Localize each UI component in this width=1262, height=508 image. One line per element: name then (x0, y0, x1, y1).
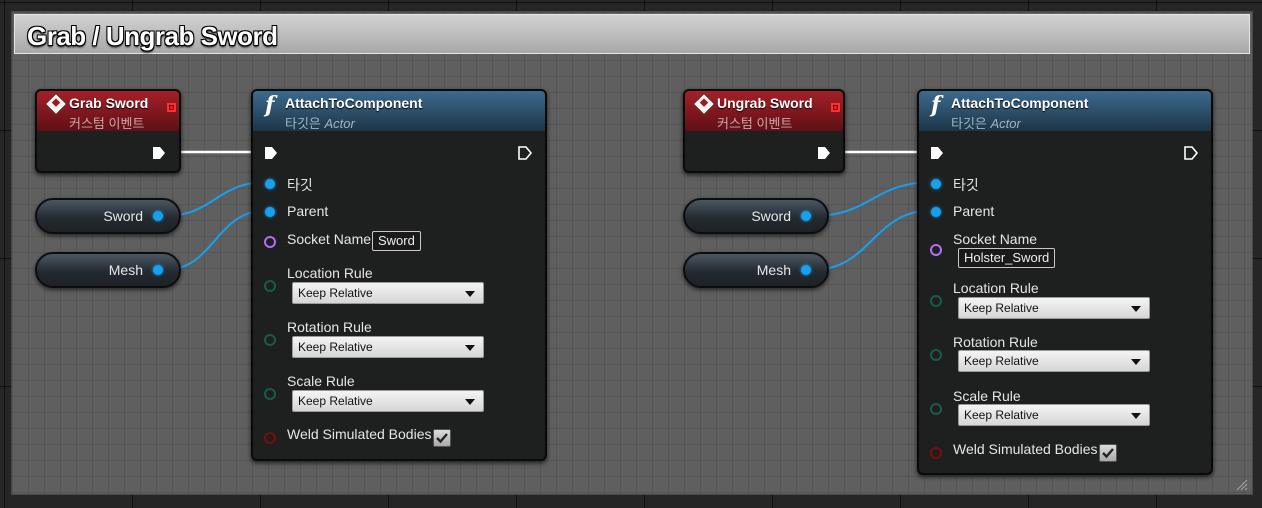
subtitle-prefix: 타깃은 (951, 116, 987, 131)
weld-simulated-bodies-input-pin[interactable] (264, 432, 276, 444)
ungrab-sword-event-node[interactable]: Ungrab Sword 커스텀 이벤트 (683, 89, 845, 173)
event-node-subtitle: 커스텀 이벤트 (69, 116, 145, 131)
parent-input-pin[interactable] (931, 207, 941, 217)
target-label: 타깃 (953, 177, 979, 193)
event-node-title: Ungrab Sword (717, 95, 813, 111)
scale-rule-dropdown[interactable]: Keep Relative (958, 404, 1150, 426)
rotation-rule-label: Rotation Rule (287, 319, 372, 335)
rotation-rule-dropdown[interactable]: Keep Relative (958, 350, 1150, 372)
weld-simulated-bodies-checkbox[interactable] (433, 429, 451, 447)
custom-event-icon (692, 92, 716, 116)
parent-label: Parent (287, 203, 329, 219)
socket-name-input-pin[interactable] (930, 244, 942, 256)
function-node-title: AttachToComponent (285, 95, 423, 111)
event-node-header[interactable]: Grab Sword 커스텀 이벤트 (37, 91, 179, 131)
weld-simulated-bodies-label: Weld Simulated Bodies (953, 441, 1098, 457)
comment-title[interactable]: Grab / Ungrab Sword (27, 21, 278, 52)
checkmark-icon (1102, 448, 1114, 459)
location-rule-label: Location Rule (953, 280, 1039, 296)
subtitle-class: Actor (990, 116, 1021, 131)
event-node-subtitle: 커스텀 이벤트 (717, 116, 793, 131)
dropdown-value: Keep Relative (964, 301, 1039, 315)
variable-label: Sword (751, 208, 791, 224)
mesh-variable-node[interactable]: Mesh (35, 252, 181, 288)
target-input-pin[interactable] (265, 179, 275, 189)
exec-out-pin[interactable] (151, 145, 167, 161)
rotation-rule-input-pin[interactable] (930, 349, 942, 361)
scale-rule-label: Scale Rule (953, 388, 1021, 404)
function-node-subtitle: 타깃은 Actor (285, 113, 355, 132)
mesh-variable-node[interactable]: Mesh (683, 252, 829, 288)
subtitle-class: Actor (324, 116, 355, 131)
object-output-pin[interactable] (153, 265, 163, 275)
exec-out-pin[interactable] (517, 145, 533, 161)
dropdown-value: Keep Relative (964, 408, 1039, 422)
dropdown-arrow-icon (1131, 359, 1141, 365)
delegate-output-pin[interactable] (831, 103, 840, 112)
function-node-subtitle: 타깃은 Actor (951, 113, 1021, 132)
target-input-pin[interactable] (931, 179, 941, 189)
grab-sword-event-node[interactable]: Grab Sword 커스텀 이벤트 (35, 89, 181, 173)
scale-rule-input-pin[interactable] (264, 388, 276, 400)
location-rule-dropdown[interactable]: Keep Relative (958, 297, 1150, 319)
dropdown-arrow-icon (1131, 306, 1141, 312)
socket-name-field[interactable]: Sword (372, 231, 421, 251)
attach-to-component-node[interactable]: f AttachToComponent 타깃은 Actor 타깃 Parent … (251, 89, 547, 461)
dropdown-value: Keep Relative (298, 286, 373, 300)
socket-name-input-pin[interactable] (264, 236, 276, 248)
object-output-pin[interactable] (801, 211, 811, 221)
function-icon: f (265, 92, 275, 118)
variable-label: Mesh (108, 262, 143, 278)
dropdown-arrow-icon (1131, 413, 1141, 419)
attach-to-component-node[interactable]: f AttachToComponent 타깃은 Actor 타깃 Parent … (917, 89, 1213, 475)
sword-variable-node[interactable]: Sword (35, 198, 181, 234)
location-rule-input-pin[interactable] (264, 280, 276, 292)
weld-simulated-bodies-input-pin[interactable] (930, 447, 942, 459)
dropdown-value: Keep Relative (298, 340, 373, 354)
dropdown-arrow-icon (465, 399, 475, 405)
scale-rule-label: Scale Rule (287, 373, 355, 389)
location-rule-input-pin[interactable] (930, 295, 942, 307)
delegate-output-pin[interactable] (167, 103, 176, 112)
socket-name-field[interactable]: Holster_Sword (958, 248, 1056, 268)
location-rule-dropdown[interactable]: Keep Relative (292, 282, 484, 304)
function-node-header[interactable]: f AttachToComponent 타깃은 Actor (253, 91, 545, 131)
rotation-rule-dropdown[interactable]: Keep Relative (292, 336, 484, 358)
weld-simulated-bodies-label: Weld Simulated Bodies (287, 426, 432, 442)
subtitle-prefix: 타깃은 (285, 116, 321, 131)
object-output-pin[interactable] (153, 211, 163, 221)
custom-event-icon (44, 92, 68, 116)
weld-simulated-bodies-checkbox[interactable] (1099, 444, 1117, 462)
event-node-header[interactable]: Ungrab Sword 커스텀 이벤트 (685, 91, 843, 131)
location-rule-label: Location Rule (287, 265, 373, 281)
exec-in-pin[interactable] (263, 145, 279, 161)
function-node-title: AttachToComponent (951, 95, 1089, 111)
exec-out-pin[interactable] (1183, 145, 1199, 161)
scale-rule-input-pin[interactable] (930, 403, 942, 415)
dropdown-value: Keep Relative (964, 354, 1039, 368)
variable-label: Mesh (756, 262, 791, 278)
function-icon: f (931, 92, 941, 118)
event-node-title: Grab Sword (69, 95, 149, 111)
exec-in-pin[interactable] (929, 145, 945, 161)
checkmark-icon (436, 433, 448, 444)
comment-header[interactable]: Grab / Ungrab Sword (14, 14, 1250, 54)
exec-out-pin[interactable] (816, 145, 832, 161)
dropdown-arrow-icon (465, 345, 475, 351)
rotation-rule-input-pin[interactable] (264, 334, 276, 346)
function-node-header[interactable]: f AttachToComponent 타깃은 Actor (919, 91, 1211, 131)
parent-input-pin[interactable] (265, 207, 275, 217)
parent-label: Parent (953, 203, 995, 219)
socket-name-label: Socket Name (287, 231, 372, 247)
scale-rule-dropdown[interactable]: Keep Relative (292, 390, 484, 412)
resize-grip-icon[interactable] (1234, 477, 1248, 491)
object-output-pin[interactable] (801, 265, 811, 275)
sword-variable-node[interactable]: Sword (683, 198, 829, 234)
rotation-rule-label: Rotation Rule (953, 334, 1038, 350)
socket-name-label: Socket Name (953, 231, 1038, 247)
dropdown-value: Keep Relative (298, 394, 373, 408)
dropdown-arrow-icon (465, 291, 475, 297)
variable-label: Sword (103, 208, 143, 224)
target-label: 타깃 (287, 177, 313, 193)
